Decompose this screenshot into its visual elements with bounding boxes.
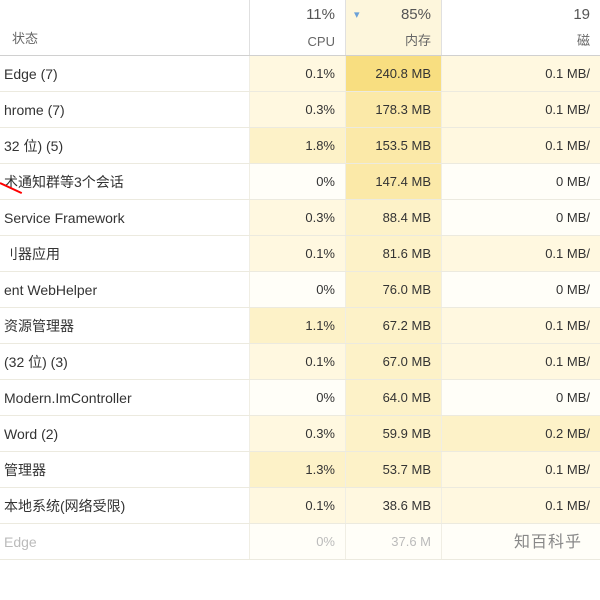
table-row[interactable]: ent WebHelper0%76.0 MB0 MB/ xyxy=(0,272,600,308)
cpu-percent: 11% xyxy=(254,6,335,23)
memory-percent: 85% xyxy=(350,6,431,23)
table-row[interactable]: hrome (7)0.3%178.3 MB0.1 MB/ xyxy=(0,92,600,128)
cpu-column-header[interactable]: 11% CPU xyxy=(250,0,346,55)
memory-label: 内存 xyxy=(350,30,431,49)
table-row[interactable]: 本地系统(网络受限)0.1%38.6 MB0.1 MB/ xyxy=(0,488,600,524)
cpu-cell: 1.8% xyxy=(250,128,346,163)
disk-cell: 0 MB/ xyxy=(442,200,600,235)
memory-cell: 178.3 MB xyxy=(346,92,442,127)
cpu-cell: 0.3% xyxy=(250,416,346,451)
status-label: 状态 xyxy=(12,28,38,47)
disk-cell: 0.1 MB/ xyxy=(442,344,600,379)
memory-column-header[interactable]: ▾ 85% 内存 xyxy=(346,0,442,55)
process-name: Modern.ImController xyxy=(0,380,250,415)
disk-column-header[interactable]: 19 磁 xyxy=(442,0,600,55)
cpu-label: CPU xyxy=(254,34,335,49)
disk-percent: 19 xyxy=(446,6,590,23)
cpu-cell: 0.1% xyxy=(250,488,346,523)
process-name: ent WebHelper xyxy=(0,272,250,307)
disk-cell: 0.1 MB/ xyxy=(442,236,600,271)
disk-cell: 0.1 MB/ xyxy=(442,488,600,523)
table-row[interactable]: Word (2)0.3%59.9 MB0.2 MB/ xyxy=(0,416,600,452)
process-name: (32 位) (3) xyxy=(0,344,250,379)
process-list: Edge (7)0.1%240.8 MB0.1 MB/hrome (7)0.3%… xyxy=(0,56,600,560)
memory-cell: 153.5 MB xyxy=(346,128,442,163)
disk-cell: 0.1 MB/ xyxy=(442,308,600,343)
disk-cell: 0.1 MB/ xyxy=(442,92,600,127)
process-name: Service Framework xyxy=(0,200,250,235)
process-name: hrome (7) xyxy=(0,92,250,127)
cpu-cell: 0.1% xyxy=(250,236,346,271)
table-row[interactable]: 资源管理器1.1%67.2 MB0.1 MB/ xyxy=(0,308,600,344)
table-row[interactable]: 32 位) (5)1.8%153.5 MB0.1 MB/ xyxy=(0,128,600,164)
memory-cell: 67.2 MB xyxy=(346,308,442,343)
disk-cell: 0 MB/ xyxy=(442,380,600,415)
memory-cell: 240.8 MB xyxy=(346,56,442,91)
memory-cell: 37.6 M xyxy=(346,524,442,559)
table-row[interactable]: 管理器1.3%53.7 MB0.1 MB/ xyxy=(0,452,600,488)
column-header-row: 状态 11% CPU ▾ 85% 内存 19 磁 xyxy=(0,0,600,56)
process-name: Word (2) xyxy=(0,416,250,451)
memory-cell: 147.4 MB xyxy=(346,164,442,199)
cpu-cell: 0.1% xyxy=(250,56,346,91)
table-row[interactable]: Service Framework0.3%88.4 MB0 MB/ xyxy=(0,200,600,236)
status-column-header[interactable]: 状态 xyxy=(0,0,250,55)
cpu-cell: 0.1% xyxy=(250,344,346,379)
cpu-cell: 0% xyxy=(250,164,346,199)
memory-cell: 59.9 MB xyxy=(346,416,442,451)
table-row[interactable]: 刂器应用0.1%81.6 MB0.1 MB/ xyxy=(0,236,600,272)
disk-cell: 0 MB/ xyxy=(442,272,600,307)
process-name: Edge (7) xyxy=(0,56,250,91)
memory-cell: 67.0 MB xyxy=(346,344,442,379)
cpu-cell: 1.3% xyxy=(250,452,346,487)
memory-cell: 64.0 MB xyxy=(346,380,442,415)
process-name: 资源管理器 xyxy=(0,308,250,343)
process-name: 本地系统(网络受限) xyxy=(0,488,250,523)
table-row[interactable]: 术通知群等3个会话0%147.4 MB0 MB/ xyxy=(0,164,600,200)
cpu-cell: 0.3% xyxy=(250,200,346,235)
memory-cell: 81.6 MB xyxy=(346,236,442,271)
disk-cell: 0.1 MB/ xyxy=(442,128,600,163)
disk-cell: 0.1 MB/ xyxy=(442,452,600,487)
cpu-cell: 0% xyxy=(250,380,346,415)
cpu-cell: 0% xyxy=(250,524,346,559)
cpu-cell: 0% xyxy=(250,272,346,307)
sort-descending-icon: ▾ xyxy=(354,8,360,21)
disk-cell: 0 MB/ xyxy=(442,164,600,199)
cpu-cell: 1.1% xyxy=(250,308,346,343)
disk-cell: 0.2 MB/ xyxy=(442,416,600,451)
process-name: Edge xyxy=(0,524,250,559)
memory-cell: 88.4 MB xyxy=(346,200,442,235)
process-name: 刂器应用 xyxy=(0,236,250,271)
disk-cell xyxy=(442,524,600,559)
memory-cell: 76.0 MB xyxy=(346,272,442,307)
process-name: 术通知群等3个会话 xyxy=(0,164,250,199)
process-name: 32 位) (5) xyxy=(0,128,250,163)
table-row[interactable]: Modern.ImController0%64.0 MB0 MB/ xyxy=(0,380,600,416)
memory-cell: 53.7 MB xyxy=(346,452,442,487)
table-row[interactable]: Edge (7)0.1%240.8 MB0.1 MB/ xyxy=(0,56,600,92)
cpu-cell: 0.3% xyxy=(250,92,346,127)
disk-cell: 0.1 MB/ xyxy=(442,56,600,91)
table-row[interactable]: Edge0%37.6 M xyxy=(0,524,600,560)
process-name: 管理器 xyxy=(0,452,250,487)
table-row[interactable]: (32 位) (3)0.1%67.0 MB0.1 MB/ xyxy=(0,344,600,380)
memory-cell: 38.6 MB xyxy=(346,488,442,523)
disk-label: 磁 xyxy=(446,30,590,49)
